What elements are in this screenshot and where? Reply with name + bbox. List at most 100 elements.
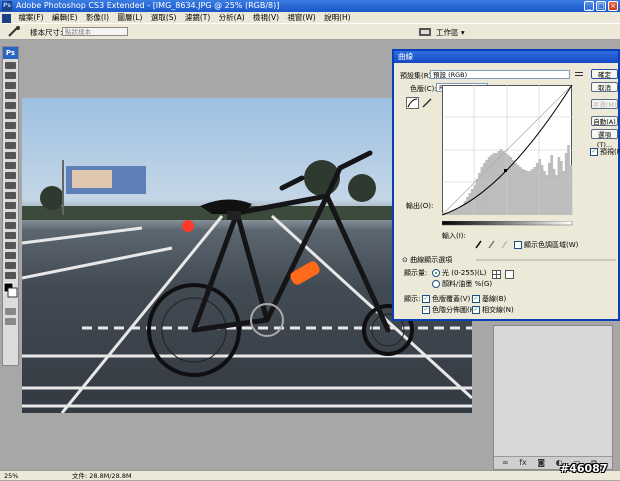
menu-view[interactable]: 檢視(V): [250, 12, 282, 23]
clone-stamp-tool-icon[interactable]: [5, 142, 16, 149]
brush-tool-icon[interactable]: [5, 132, 16, 139]
toolbox: Ps: [2, 46, 19, 366]
intersection-label: 相交線(N): [482, 306, 514, 314]
display-options-toggle[interactable]: ⊙ 曲線顯示選項: [402, 255, 452, 265]
curves-dialog-title[interactable]: 曲線: [394, 51, 618, 63]
eyedropper-icons[interactable]: [474, 239, 514, 249]
curve-mode-icons[interactable]: [406, 97, 436, 109]
options-button[interactable]: 選項(T)...: [591, 129, 618, 149]
pigment-radio[interactable]: 顏料/油墨 %(G): [432, 279, 492, 289]
auto-button[interactable]: 自動(A): [591, 116, 618, 126]
histogram-bar: [543, 171, 546, 215]
intersection-checkbox[interactable]: ✓ 相交線(N): [472, 305, 514, 315]
histogram-bar: [502, 151, 505, 215]
type-tool-icon[interactable]: [5, 212, 16, 219]
dodge-tool-icon[interactable]: [5, 192, 16, 199]
channel-overlays-check[interactable]: ✓: [422, 295, 430, 303]
layers-panel: ∞ fx ◙ ◐ ▭ ⧉ 🗑: [493, 325, 613, 479]
histogram-bar: [466, 197, 469, 215]
clipping-check[interactable]: [514, 241, 522, 249]
gradient-tool-icon[interactable]: [5, 172, 16, 179]
sample-size-select[interactable]: 點狀樣本: [62, 27, 128, 36]
notes-tool-icon[interactable]: [5, 242, 16, 249]
histogram-bar: [526, 171, 529, 215]
intersection-check[interactable]: ✓: [472, 306, 480, 314]
link-layers-icon[interactable]: ∞: [502, 458, 509, 467]
quick-mask-icon[interactable]: [5, 308, 16, 315]
baseline-label: 基線(B): [482, 295, 507, 303]
mask-icon[interactable]: ◙: [537, 458, 545, 467]
histogram-bar: [562, 171, 566, 215]
move-tool-icon[interactable]: [5, 62, 16, 69]
slice-tool-icon[interactable]: [5, 112, 16, 119]
menu-bar: 檔案(F) 編輯(E) 影像(I) 圖層(L) 選取(S) 濾鏡(T) 分析(A…: [0, 12, 620, 23]
healing-brush-tool-icon[interactable]: [5, 122, 16, 129]
menu-file[interactable]: 檔案(F): [15, 12, 46, 23]
lasso-tool-icon[interactable]: [5, 82, 16, 89]
cancel-button[interactable]: 取消: [591, 82, 618, 92]
workspace-menu[interactable]: 工作區 ▾: [436, 27, 466, 37]
histogram-checkbox[interactable]: ✓ 色階分佈圖(H): [422, 305, 478, 315]
marquee-tool-icon[interactable]: [5, 72, 16, 79]
pigment-radio-dot[interactable]: [432, 280, 440, 288]
histogram-bar: [523, 170, 527, 215]
curve-point[interactable]: [504, 169, 507, 172]
color-swatches-icon[interactable]: [3, 282, 18, 302]
hand-tool-icon[interactable]: [5, 262, 16, 269]
palette-well-icon[interactable]: [418, 26, 432, 38]
light-radio[interactable]: 光 (0-255)(L): [432, 268, 486, 278]
clipping-label: 顯示色調區域(W): [524, 241, 579, 249]
shape-tool-icon[interactable]: [5, 232, 16, 239]
crop-tool-icon[interactable]: [5, 102, 16, 109]
histogram-bar: [494, 153, 498, 215]
menu-analysis[interactable]: 分析(A): [216, 12, 248, 23]
histogram-bar: [468, 193, 472, 215]
menu-help[interactable]: 說明(H): [321, 12, 354, 23]
preset-options-icon[interactable]: [574, 70, 584, 79]
histogram-bar: [507, 155, 510, 215]
grid-size-icons[interactable]: [492, 270, 516, 280]
magic-wand-tool-icon[interactable]: [5, 92, 16, 99]
baseline-check[interactable]: ✓: [472, 295, 480, 303]
screen-mode-icon[interactable]: [5, 318, 16, 325]
menu-select[interactable]: 選取(S): [148, 12, 180, 23]
menu-filter[interactable]: 濾鏡(T): [182, 12, 213, 23]
preview-checkbox[interactable]: ✓預視(P): [590, 147, 620, 157]
title-bar: Ps Adobe Photoshop CS3 Extended - [IMG_8…: [0, 0, 620, 12]
histogram-bar: [533, 167, 537, 215]
smooth-button[interactable]: 平滑(M): [591, 99, 618, 109]
preset-select[interactable]: 預設 (RGB): [430, 70, 570, 79]
path-selection-tool-icon[interactable]: [5, 222, 16, 229]
histogram-bar: [531, 169, 534, 215]
ok-button[interactable]: 確定: [591, 69, 618, 79]
pen-tool-icon[interactable]: [5, 202, 16, 209]
light-radio-dot[interactable]: [432, 269, 440, 277]
minimize-button[interactable]: _: [584, 1, 594, 11]
baseline-checkbox[interactable]: ✓ 基線(B): [472, 294, 506, 304]
history-brush-tool-icon[interactable]: [5, 152, 16, 159]
eyedropper-icon[interactable]: [6, 26, 22, 38]
zoom-tool-icon[interactable]: [5, 272, 16, 279]
eyedropper-tool-icon[interactable]: [5, 252, 16, 259]
blur-tool-icon[interactable]: [5, 182, 16, 189]
menu-window[interactable]: 視窗(W): [284, 12, 318, 23]
histogram-bar: [547, 163, 551, 215]
histogram-bar: [456, 209, 460, 215]
maximize-button[interactable]: □: [596, 1, 606, 11]
histogram-bar: [535, 163, 539, 215]
expand-icon[interactable]: ⊙: [402, 256, 408, 264]
options-bar: 樣本尺寸: 點狀樣本 工作區 ▾: [0, 23, 620, 40]
close-button[interactable]: ×: [608, 1, 618, 11]
histogram-bar: [559, 161, 563, 215]
layer-style-icon[interactable]: fx: [519, 458, 527, 467]
menu-layer[interactable]: 圖層(L): [114, 12, 145, 23]
channel-overlays-checkbox[interactable]: ✓ 色版覆蓋(V): [422, 294, 470, 304]
pigment-option-label: 顏料/油墨 %(G): [442, 280, 493, 288]
histogram-check[interactable]: ✓: [422, 306, 430, 314]
preview-check[interactable]: ✓: [590, 148, 598, 156]
menu-edit[interactable]: 編輯(E): [49, 12, 81, 23]
curves-graph[interactable]: [442, 85, 574, 219]
clipping-checkbox[interactable]: 顯示色調區域(W): [514, 240, 578, 250]
menu-image[interactable]: 影像(I): [83, 12, 112, 23]
eraser-tool-icon[interactable]: [5, 162, 16, 169]
